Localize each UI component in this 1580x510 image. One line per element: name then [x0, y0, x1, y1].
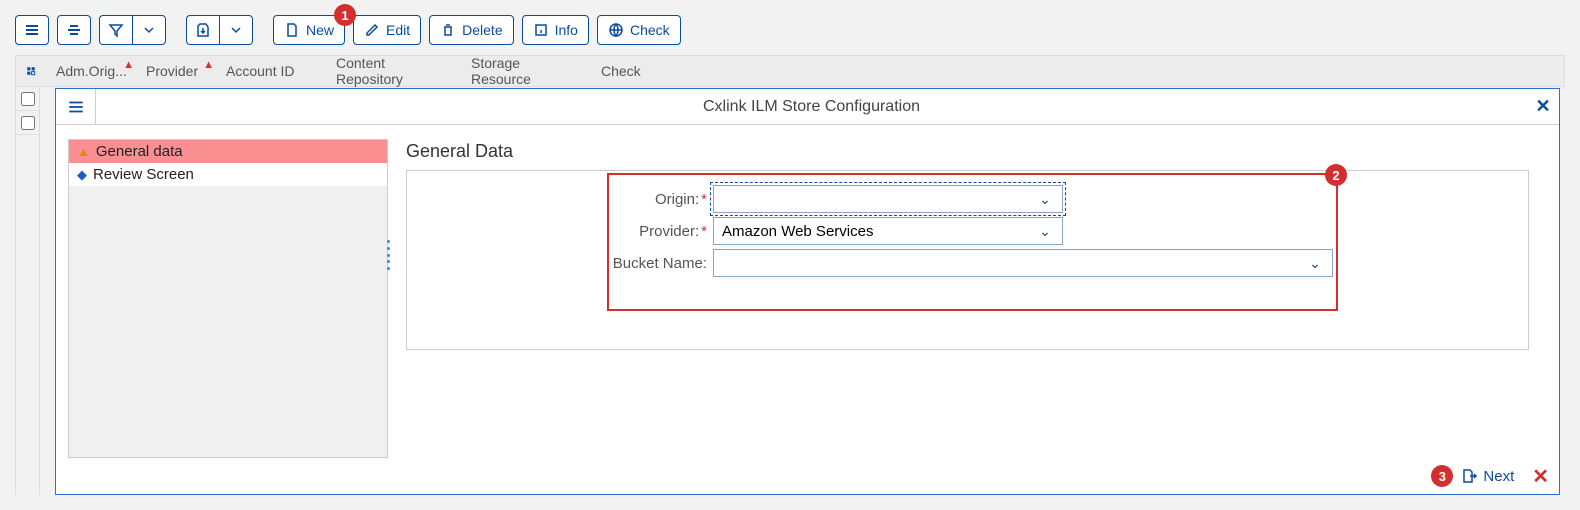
filter-split [99, 15, 166, 45]
check-button-label: Check [630, 22, 670, 38]
row-checkbox[interactable] [21, 116, 35, 130]
dialog-footer: 3 Next ✕ [56, 458, 1559, 494]
edit-button[interactable]: Edit [353, 15, 421, 45]
export-button[interactable] [186, 15, 219, 45]
info-button-label: Info [555, 22, 578, 38]
config-dialog: Cxlink ILM Store Configuration ✕ ▲ Gener… [55, 88, 1560, 495]
form-area: General Data 2 Origin:* ⌄ [388, 139, 1547, 458]
bucket-input[interactable] [720, 254, 1304, 273]
origin-combo[interactable]: ⌄ [713, 185, 1063, 213]
export-dropdown[interactable] [219, 15, 253, 45]
origin-input[interactable] [720, 190, 1034, 209]
col-provider[interactable]: Provider ▲ [136, 63, 216, 79]
sort-indicator-icon: ▲ [203, 59, 214, 71]
provider-label: Provider:* [417, 223, 707, 240]
grid-header: Adm.Orig... ▲ Provider ▲ Account ID Cont… [15, 55, 1565, 87]
delete-button[interactable]: Delete [429, 15, 513, 45]
dialog-nav: ▲ General data ◆ Review Screen [68, 139, 388, 458]
trash-icon [440, 22, 456, 38]
chevron-down-icon[interactable]: ⌄ [1034, 223, 1056, 240]
new-button-label: New [306, 22, 334, 38]
col-adm-origin[interactable]: Adm.Orig... ▲ [46, 63, 136, 79]
sort-indicator-icon: ▲ [123, 59, 134, 71]
dialog-header: Cxlink ILM Store Configuration ✕ [56, 89, 1559, 125]
dialog-cancel-button[interactable]: ✕ [1532, 464, 1549, 489]
bucket-combo[interactable]: ⌄ [713, 249, 1333, 277]
section-title: General Data [406, 141, 1529, 162]
bucket-label: Bucket Name: [417, 255, 707, 272]
info-icon [533, 22, 549, 38]
grid-select-toggle[interactable] [16, 63, 46, 79]
delete-button-label: Delete [462, 22, 502, 38]
origin-label: Origin:* [417, 191, 707, 208]
callout-1: 1 [334, 4, 356, 26]
app-toolbar: New 1 Edit Delete Info Check [15, 15, 1565, 45]
form-box: 2 Origin:* ⌄ [406, 170, 1529, 350]
filter-dropdown[interactable] [132, 15, 166, 45]
nav-item-general-data[interactable]: ▲ General data [69, 140, 387, 163]
layout-top-button[interactable] [15, 15, 49, 45]
provider-input[interactable] [720, 222, 1034, 241]
pencil-icon [364, 22, 380, 38]
edit-button-label: Edit [386, 22, 410, 38]
dialog-menu-button[interactable] [56, 89, 96, 124]
info-button[interactable]: Info [522, 15, 589, 45]
diamond-icon: ◆ [77, 167, 87, 183]
next-page-icon [1461, 468, 1477, 484]
dialog-close-button[interactable]: ✕ [1527, 96, 1559, 117]
layout-bottom-button[interactable] [57, 15, 91, 45]
col-content-repository[interactable]: Content Repository [326, 55, 461, 87]
export-split [186, 15, 253, 45]
dialog-title: Cxlink ILM Store Configuration [96, 98, 1527, 116]
check-button[interactable]: Check [597, 15, 681, 45]
callout-3: 3 [1431, 465, 1453, 487]
col-account-id[interactable]: Account ID [216, 63, 326, 79]
row-checkbox[interactable] [21, 92, 35, 106]
triangle-warning-icon: ▲ [77, 144, 90, 159]
callout-2: 2 [1325, 164, 1347, 186]
chevron-down-icon[interactable]: ⌄ [1304, 255, 1326, 272]
provider-combo[interactable]: ⌄ [713, 217, 1063, 245]
next-button[interactable]: Next [1461, 468, 1514, 485]
new-button[interactable]: New 1 [273, 15, 345, 45]
row-selectors [15, 87, 40, 495]
chevron-down-icon[interactable]: ⌄ [1034, 191, 1056, 208]
filter-button[interactable] [99, 15, 132, 45]
document-icon [284, 22, 300, 38]
grid-area: Adm.Orig... ▲ Provider ▲ Account ID Cont… [15, 55, 1565, 495]
col-check[interactable]: Check [591, 63, 651, 79]
col-storage-resource[interactable]: Storage Resource [461, 55, 591, 87]
globe-icon [608, 22, 624, 38]
nav-item-review-screen[interactable]: ◆ Review Screen [69, 163, 387, 186]
